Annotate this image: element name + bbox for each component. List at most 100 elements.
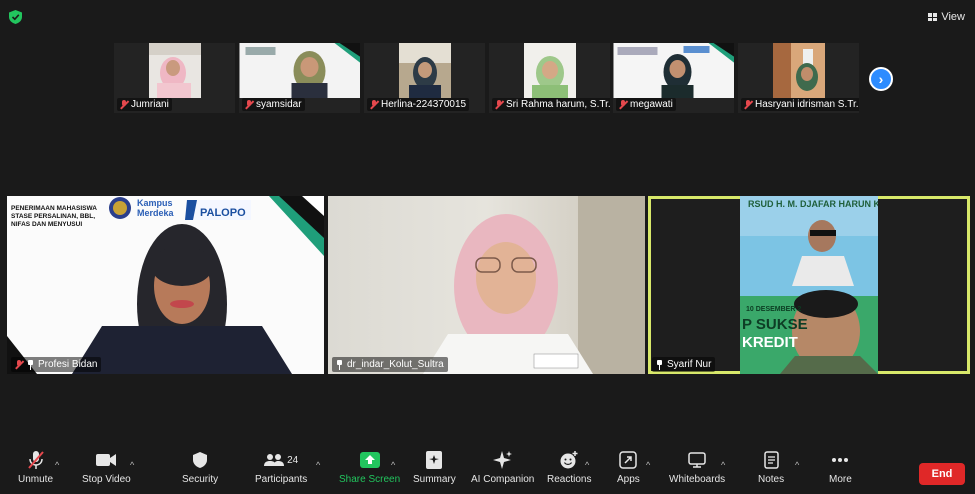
participants-options-caret[interactable]: ^ xyxy=(316,460,320,470)
participant-name-tag: Profesi Bidan xyxy=(11,357,102,372)
more-dots-icon xyxy=(832,458,849,462)
security-button[interactable]: Security xyxy=(182,450,218,485)
whiteboards-button[interactable]: Whiteboards xyxy=(669,450,725,485)
pin-icon xyxy=(336,359,343,370)
kampus-merdeka-logo: Kampus Merdeka xyxy=(137,198,174,218)
more-button[interactable]: More xyxy=(829,450,852,485)
mic-muted-icon xyxy=(619,99,627,110)
next-page-button[interactable]: › xyxy=(869,67,893,91)
participant-video: RSUD H. M. DJAFAR HARUN KAB. 10 DESEMBER… xyxy=(740,196,878,374)
notes-icon xyxy=(763,451,779,469)
participant-name: Hasryani idrisman S.Tr.... xyxy=(755,99,859,110)
stop-video-label: Stop Video xyxy=(82,474,131,485)
mic-muted-icon xyxy=(370,99,378,110)
participant-thumbnail[interactable]: Herlina-224370015 xyxy=(364,43,485,113)
ai-companion-label: AI Companion xyxy=(471,474,535,485)
participant-name: Syarif Nur xyxy=(667,359,712,370)
banner-date-text: 10 DESEMBER 2 xyxy=(746,306,802,313)
summary-button[interactable]: Summary xyxy=(413,450,456,485)
share-options-caret[interactable]: ^ xyxy=(391,460,395,470)
participant-name: dr_indar_Kolut_Sultra xyxy=(347,359,444,370)
participant-video xyxy=(398,43,451,98)
meeting-toolbar: Unmute ^ Stop Video ^ Security 24 Partic… xyxy=(0,444,975,494)
participant-name-tag: Syarif Nur xyxy=(652,357,716,372)
sparkle-icon xyxy=(492,451,512,469)
unmute-button[interactable]: Unmute xyxy=(18,450,53,485)
more-label: More xyxy=(829,474,852,485)
participant-video xyxy=(523,43,576,98)
ai-companion-button[interactable]: AI Companion xyxy=(471,450,534,485)
participant-name: Profesi Bidan xyxy=(38,359,98,370)
participants-button[interactable]: 24 Participants xyxy=(255,450,307,485)
participant-name-tag: Hasryani idrisman S.Tr.... xyxy=(741,98,859,111)
smiley-icon xyxy=(560,451,578,469)
mic-muted-icon xyxy=(744,99,752,110)
participant-video xyxy=(239,43,360,98)
security-label: Security xyxy=(182,474,219,485)
participant-name: megawati xyxy=(630,99,673,110)
participant-name-tag: Herlina-224370015 xyxy=(367,98,470,111)
participant-thumbnail[interactable]: syamsidar xyxy=(239,43,360,113)
unmute-label: Unmute xyxy=(18,474,54,485)
summary-icon xyxy=(426,451,443,469)
video-tile-syarif-nur[interactable]: RSUD H. M. DJAFAR HARUN KAB. 10 DESEMBER… xyxy=(648,196,970,374)
participant-name: Jumriani xyxy=(131,99,169,110)
share-screen-icon xyxy=(359,452,380,468)
meeting-topbar: View xyxy=(0,0,975,34)
participant-video xyxy=(148,43,201,98)
whiteboards-options-caret[interactable]: ^ xyxy=(721,460,725,470)
stop-video-button[interactable]: Stop Video xyxy=(82,450,131,485)
apps-options-caret[interactable]: ^ xyxy=(646,460,650,470)
chevron-right-icon: › xyxy=(878,71,884,87)
grid-view-icon xyxy=(928,13,938,21)
participants-count: 24 xyxy=(287,454,299,466)
mic-muted-icon xyxy=(245,99,253,110)
mic-muted-icon xyxy=(495,99,503,110)
microphone-muted-icon xyxy=(27,451,44,469)
participant-thumbnail[interactable]: Jumriani xyxy=(114,43,235,113)
banner-text: PENERIMAAN MAHASISWA STASE PERSALINAN, B… xyxy=(11,205,97,228)
mic-muted-icon xyxy=(15,359,23,370)
whiteboards-label: Whiteboards xyxy=(669,474,726,485)
end-meeting-button[interactable]: End xyxy=(919,463,965,485)
participant-name: Sri Rahma harum, S.Tr.... xyxy=(506,99,610,110)
banner-big-text: P SUKSE xyxy=(742,316,808,333)
whiteboard-icon xyxy=(688,452,706,468)
reactions-label: Reactions xyxy=(547,474,592,485)
participant-name: Herlina-224370015 xyxy=(381,99,467,110)
participant-name-tag: Jumriani xyxy=(117,98,172,111)
pin-icon xyxy=(27,359,34,370)
pin-icon xyxy=(656,359,663,370)
mic-muted-icon xyxy=(120,99,128,110)
participant-thumbnail[interactable]: megawati xyxy=(613,43,734,113)
participant-name-tag: dr_indar_Kolut_Sultra xyxy=(332,357,448,372)
view-button[interactable]: View xyxy=(928,8,965,26)
video-tile-dr-indar[interactable]: dr_indar_Kolut_Sultra xyxy=(328,196,645,374)
participant-name-tag: megawati xyxy=(616,98,676,111)
apps-icon xyxy=(619,451,638,469)
participant-name-tag: Sri Rahma harum, S.Tr.... xyxy=(492,98,610,111)
participants-icon xyxy=(264,454,285,466)
participant-video xyxy=(772,43,825,98)
notes-options-caret[interactable]: ^ xyxy=(795,460,799,470)
participants-label: Participants xyxy=(255,474,308,485)
summary-label: Summary xyxy=(413,474,456,485)
participant-video xyxy=(328,196,645,374)
share-screen-label: Share Screen xyxy=(339,474,401,485)
participant-video xyxy=(613,43,734,98)
video-options-caret[interactable]: ^ xyxy=(130,460,134,470)
participant-thumbnail[interactable]: Hasryani idrisman S.Tr.... xyxy=(738,43,859,113)
participant-thumbnail[interactable]: Sri Rahma harum, S.Tr.... xyxy=(489,43,610,113)
notes-button[interactable]: Notes xyxy=(758,450,784,485)
apps-button[interactable]: Apps xyxy=(617,450,640,485)
participant-name: syamsidar xyxy=(256,99,302,110)
encryption-shield-icon[interactable] xyxy=(9,10,22,24)
notes-label: Notes xyxy=(758,474,785,485)
banner-big-text-2: KREDIT xyxy=(742,334,798,351)
reactions-options-caret[interactable]: ^ xyxy=(585,460,589,470)
shield-icon xyxy=(193,452,208,468)
video-camera-icon xyxy=(96,454,117,466)
video-tile-profesi-bidan[interactable]: PENERIMAAN MAHASISWA STASE PERSALINAN, B… xyxy=(7,196,324,374)
banner-top-text: RSUD H. M. DJAFAR HARUN KAB. xyxy=(748,199,878,209)
audio-options-caret[interactable]: ^ xyxy=(55,460,59,470)
